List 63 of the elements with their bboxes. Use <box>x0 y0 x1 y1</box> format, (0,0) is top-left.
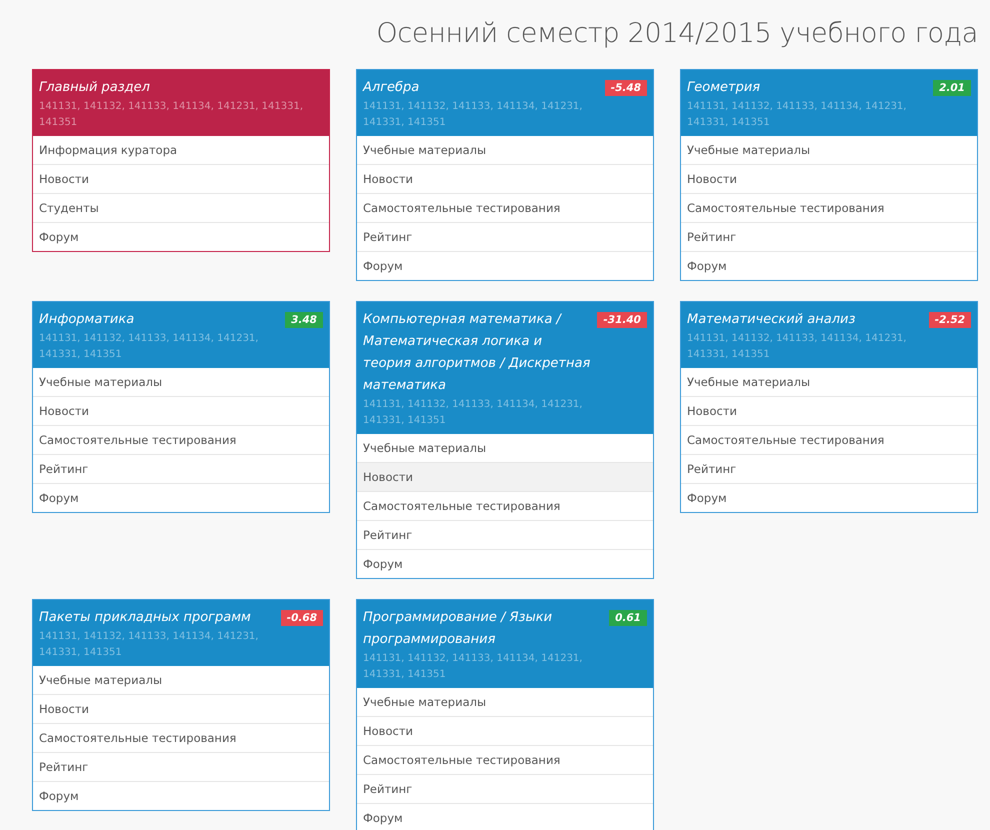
score-badge: -0.68 <box>280 610 323 626</box>
menu-item[interactable]: Самостоятельные тестирования <box>357 193 653 222</box>
card-title[interactable]: Главный раздел <box>39 77 323 99</box>
menu-item[interactable]: Новости <box>681 396 977 425</box>
card-title[interactable]: Математический анализ <box>687 309 923 331</box>
group-list: 141131, 141132, 141133, 141134, 141231, 141331, 141351 <box>39 629 275 661</box>
menu-item[interactable]: Самостоятельные тестирования <box>33 723 329 752</box>
card-title[interactable]: Геометрия <box>687 77 928 99</box>
menu-item[interactable]: Форум <box>33 781 329 810</box>
menu-item[interactable]: Новости <box>357 462 653 491</box>
group-list: 141131, 141132, 141133, 141134, 141231, 141331, 141351 <box>687 331 923 363</box>
card-title[interactable]: Алгебра <box>363 77 599 99</box>
menu-item[interactable]: Учебные материалы <box>357 136 653 164</box>
group-list: 141131, 141132, 141133, 141134, 141231, 141331, 141351 <box>363 99 599 131</box>
menu-item[interactable]: Рейтинг <box>681 454 977 483</box>
menu-item[interactable]: Новости <box>357 164 653 193</box>
menu-item[interactable]: Форум <box>681 251 977 280</box>
score-badge: -31.40 <box>597 312 647 328</box>
menu-item[interactable]: Форум <box>681 483 977 512</box>
menu-item[interactable]: Новости <box>681 164 977 193</box>
menu-item[interactable]: Форум <box>357 549 653 578</box>
menu-item[interactable]: Студенты <box>33 193 329 222</box>
menu-item[interactable]: Рейтинг <box>33 752 329 781</box>
menu-item[interactable]: Форум <box>33 222 329 251</box>
menu-item[interactable]: Самостоятельные тестирования <box>681 425 977 454</box>
menu-item[interactable]: Учебные материалы <box>357 688 653 716</box>
menu-item[interactable]: Рейтинг <box>357 774 653 803</box>
score-badge: 2.01 <box>933 80 971 96</box>
menu-item[interactable]: Учебные материалы <box>681 368 977 396</box>
menu-item[interactable]: Самостоятельные тестирования <box>357 491 653 520</box>
score-badge: -2.52 <box>928 312 971 328</box>
menu-item[interactable]: Рейтинг <box>33 454 329 483</box>
menu-item[interactable]: Рейтинг <box>357 520 653 549</box>
menu-item[interactable]: Самостоятельные тестирования <box>33 425 329 454</box>
card-title[interactable]: Пакеты прикладных программ <box>39 607 275 629</box>
menu-item[interactable]: Учебные материалы <box>357 434 653 462</box>
score-badge: -5.48 <box>604 80 647 96</box>
menu-item[interactable]: Самостоятельные тестирования <box>357 745 653 774</box>
menu-item[interactable]: Учебные материалы <box>681 136 977 164</box>
menu-item[interactable]: Форум <box>357 803 653 830</box>
menu-item[interactable]: Самостоятельные тестирования <box>681 193 977 222</box>
menu-item[interactable]: Форум <box>357 251 653 280</box>
menu-item[interactable]: Новости <box>33 694 329 723</box>
menu-item[interactable]: Учебные материалы <box>33 368 329 396</box>
score-badge: 0.61 <box>609 610 647 626</box>
group-list: 141131, 141132, 141133, 141134, 141231, 141331, 141351 <box>39 331 280 363</box>
group-list: 141131, 141132, 141133, 141134, 141231, 141331, 141351 <box>39 99 323 131</box>
menu-item[interactable]: Рейтинг <box>681 222 977 251</box>
menu-item[interactable]: Новости <box>33 164 329 193</box>
card-title[interactable]: Компьютерная математика / Математическая логика и теория алгоритмов / Дискретная математика <box>363 309 592 397</box>
page-title: Осенний семестр 2014/2015 учебного года <box>375 18 978 49</box>
group-list: 141131, 141132, 141133, 141134, 141231, 141331, 141351 <box>363 397 592 429</box>
card-title[interactable]: Информатика <box>39 309 280 331</box>
menu-item[interactable]: Рейтинг <box>357 222 653 251</box>
score-badge: 3.48 <box>285 312 323 328</box>
group-list: 141131, 141132, 141133, 141134, 141231, 141331, 141351 <box>687 99 928 131</box>
menu-item[interactable]: Форум <box>33 483 329 512</box>
menu-item[interactable]: Учебные материалы <box>33 666 329 694</box>
group-list: 141131, 141132, 141133, 141134, 141231, 141331, 141351 <box>363 651 604 683</box>
menu-item[interactable]: Новости <box>357 716 653 745</box>
menu-item[interactable]: Новости <box>33 396 329 425</box>
menu-item[interactable]: Информация куратора <box>33 136 329 164</box>
card-title[interactable]: Программирование / Языки программирования <box>363 607 604 651</box>
